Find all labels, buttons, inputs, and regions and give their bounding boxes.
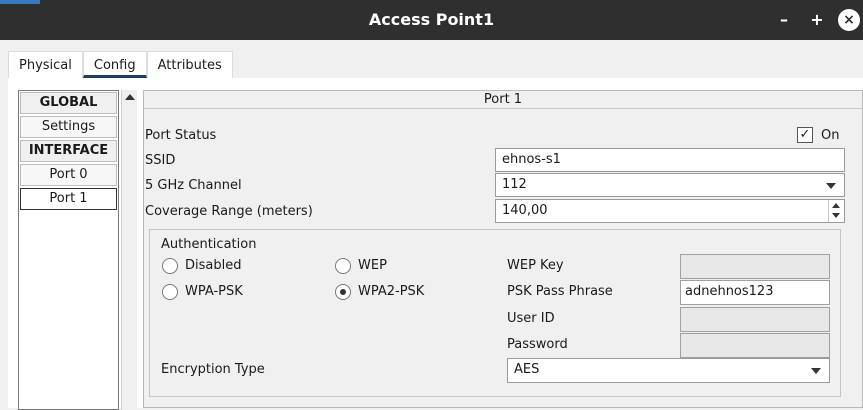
coverage-value: 140,00 [502, 203, 548, 218]
auth-disabled-radio[interactable] [162, 258, 178, 274]
channel-label: 5 GHz Channel [145, 178, 242, 193]
password-input[interactable] [680, 333, 830, 358]
auth-wpa2-psk-label: WPA2-PSK [358, 284, 425, 299]
ssid-label: SSID [145, 153, 176, 168]
psk-pass-phrase-label: PSK Pass Phrase [507, 284, 613, 299]
maximize-button[interactable]: + [806, 9, 828, 31]
scroll-up-icon[interactable] [125, 94, 135, 100]
channel-select[interactable]: 112 [495, 173, 845, 197]
auth-disabled-label: Disabled [185, 258, 242, 273]
auth-wpa2-psk-radio[interactable] [335, 284, 351, 300]
coverage-spinbox[interactable]: 140,00 [495, 199, 845, 223]
sidebar-item-port-0[interactable]: Port 0 [20, 164, 117, 186]
authentication-title: Authentication [161, 237, 257, 252]
step-up-icon[interactable] [832, 203, 840, 208]
close-button[interactable]: × [838, 9, 860, 31]
sidebar-item-port-1[interactable]: Port 1 [20, 188, 117, 210]
chevron-down-icon [811, 368, 821, 374]
panel-title: Port 1 [144, 91, 862, 109]
config-content: GLOBAL Settings INTERFACE Port 0 Port 1 … [8, 78, 863, 410]
wep-key-input[interactable] [680, 254, 830, 279]
encryption-type-label: Encryption Type [161, 362, 265, 377]
auth-wep-radio[interactable] [335, 258, 351, 274]
sidebar-scrollbar[interactable] [121, 90, 137, 410]
window-title: Access Point1 [368, 10, 495, 29]
tab-config[interactable]: Config [82, 51, 147, 78]
channel-value: 112 [502, 177, 527, 192]
step-down-icon[interactable] [832, 213, 840, 218]
coverage-label: Coverage Range (meters) [145, 204, 313, 219]
psk-pass-phrase-input[interactable]: adnehnos123 [680, 280, 830, 305]
coverage-stepper[interactable] [828, 200, 844, 222]
tab-physical[interactable]: Physical [8, 51, 83, 78]
chevron-down-icon [826, 183, 836, 189]
wep-key-label: WEP Key [507, 258, 564, 273]
window-body: Physical Config Attributes GLOBAL Settin… [0, 40, 863, 410]
auth-wpa-psk-label: WPA-PSK [185, 284, 243, 299]
password-label: Password [507, 337, 568, 352]
auth-wpa-psk-radio[interactable] [162, 284, 178, 300]
encryption-type-select[interactable]: AES [507, 358, 830, 383]
minimize-button[interactable]: – [773, 9, 795, 31]
port-status-checkbox[interactable]: ✓ [797, 127, 813, 143]
user-id-input[interactable] [680, 307, 830, 332]
auth-wep-label: WEP [358, 258, 387, 273]
sidebar-header-global: GLOBAL [20, 92, 117, 114]
sidebar-item-settings[interactable]: Settings [20, 116, 117, 138]
ssid-input[interactable]: ehnos-s1 [495, 148, 845, 172]
config-sidebar: GLOBAL Settings INTERFACE Port 0 Port 1 [18, 90, 119, 410]
encryption-type-value: AES [514, 362, 540, 377]
port-status-on-label: On [821, 128, 840, 143]
title-bar: Access Point1 – + × [0, 0, 863, 40]
authentication-group: Authentication Disabled WEP WPA-PSK WPA2… [149, 229, 841, 397]
user-id-label: User ID [507, 311, 555, 326]
sidebar-header-interface: INTERFACE [20, 140, 117, 162]
app-icon [0, 0, 40, 4]
port-panel: Port 1 Port Status ✓ On SSID ehnos-s1 5 … [143, 90, 863, 408]
tab-attributes[interactable]: Attributes [146, 51, 233, 78]
tab-bar: Physical Config Attributes [8, 51, 233, 78]
port-status-label: Port Status [145, 128, 217, 143]
